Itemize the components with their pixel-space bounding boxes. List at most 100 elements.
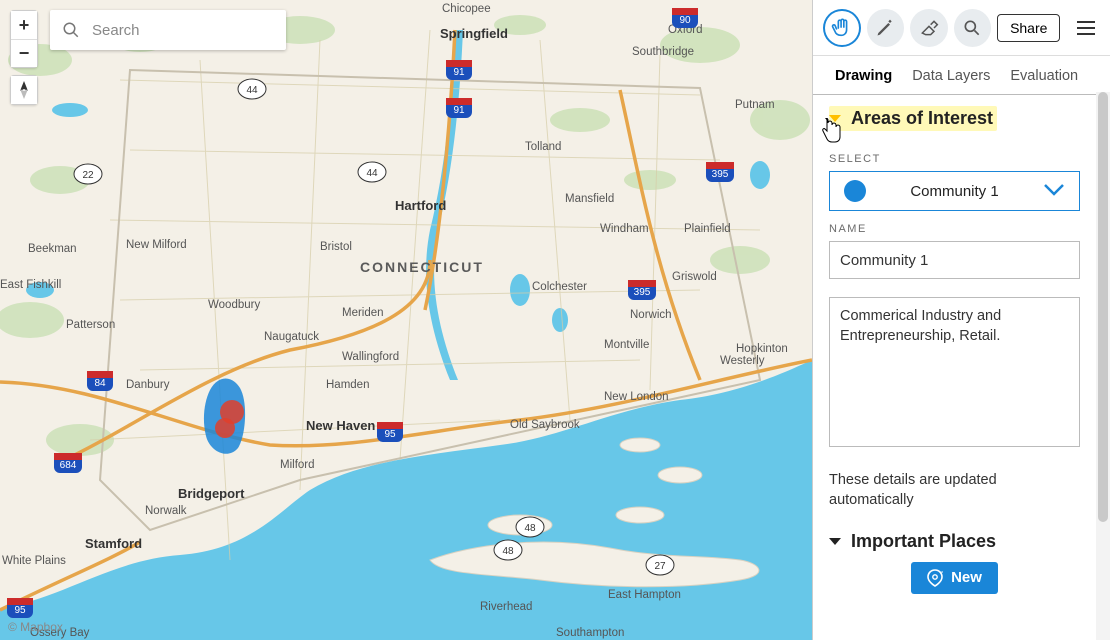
svg-text:Southampton: Southampton <box>556 627 624 639</box>
svg-text:22: 22 <box>82 170 94 181</box>
eraser-icon <box>919 18 939 38</box>
scrollbar-thumb[interactable] <box>1098 92 1108 522</box>
zoom-control: + − <box>10 10 38 68</box>
hand-icon <box>831 17 853 39</box>
svg-text:395: 395 <box>634 287 651 298</box>
svg-text:Naugatuck: Naugatuck <box>264 331 319 343</box>
svg-text:Tolland: Tolland <box>525 141 561 153</box>
chevron-down-icon <box>1043 181 1065 202</box>
tab-drawing[interactable]: Drawing <box>825 56 902 94</box>
svg-text:84: 84 <box>94 378 106 389</box>
svg-text:Colchester: Colchester <box>532 281 587 293</box>
svg-text:Patterson: Patterson <box>66 319 115 331</box>
caret-down-icon <box>829 115 841 122</box>
svg-text:Hopkinton: Hopkinton <box>736 343 788 355</box>
search-icon <box>62 21 80 39</box>
zoom-out-button[interactable]: − <box>11 39 37 67</box>
svg-text:East Hampton: East Hampton <box>608 589 681 601</box>
svg-text:91: 91 <box>453 67 465 78</box>
svg-text:Norwich: Norwich <box>630 309 672 321</box>
svg-text:684: 684 <box>60 460 77 471</box>
svg-text:New London: New London <box>604 391 669 403</box>
section-important-places[interactable]: Important Places <box>829 531 1080 552</box>
svg-text:Meriden: Meriden <box>342 307 384 319</box>
svg-text:48: 48 <box>502 546 514 557</box>
svg-text:Westerly: Westerly <box>720 355 765 367</box>
svg-text:95: 95 <box>14 605 26 616</box>
section-areas-of-interest[interactable]: Areas of Interest <box>829 106 997 131</box>
menu-button[interactable] <box>1072 14 1100 42</box>
svg-text:44: 44 <box>366 168 378 179</box>
side-panel: Share Drawing Data Layers Evaluation Are… <box>812 0 1110 640</box>
inspect-tool-button[interactable] <box>954 9 992 47</box>
svg-text:Chicopee: Chicopee <box>442 3 491 15</box>
pencil-icon <box>875 18 895 38</box>
svg-text:Plainfield: Plainfield <box>684 223 731 235</box>
svg-text:Old Saybrook: Old Saybrook <box>510 419 580 431</box>
magnifier-icon <box>962 18 982 38</box>
svg-text:Milford: Milford <box>280 459 315 471</box>
svg-text:Stamford: Stamford <box>85 536 142 551</box>
svg-text:+: + <box>941 569 943 577</box>
svg-text:Norwalk: Norwalk <box>145 505 187 517</box>
tools-row: Share <box>813 0 1110 56</box>
caret-down-icon <box>829 538 841 545</box>
tab-data-layers[interactable]: Data Layers <box>902 56 1000 94</box>
community-select-value: Community 1 <box>878 183 1031 200</box>
new-button-label: New <box>951 569 982 586</box>
panel-body[interactable]: Areas of Interest SELECT Community 1 NAM… <box>813 92 1096 640</box>
svg-text:90: 90 <box>679 15 691 26</box>
svg-text:New Milford: New Milford <box>126 239 187 251</box>
svg-text:48: 48 <box>524 523 536 534</box>
pan-tool-button[interactable] <box>823 9 861 47</box>
hamburger-icon <box>1075 19 1097 37</box>
section-title: Important Places <box>851 531 996 552</box>
community-name-input[interactable] <box>829 241 1080 279</box>
svg-text:Hartford: Hartford <box>395 198 446 213</box>
svg-text:Putnam: Putnam <box>735 99 775 111</box>
name-label: NAME <box>829 223 1080 235</box>
search-bar[interactable] <box>50 10 286 50</box>
svg-text:Riverhead: Riverhead <box>480 601 532 613</box>
pin-plus-icon: + <box>927 569 943 587</box>
map-attribution: © Mapbox <box>8 620 63 634</box>
search-input[interactable] <box>90 21 293 40</box>
svg-text:Bristol: Bristol <box>320 241 352 253</box>
svg-text:Danbury: Danbury <box>126 379 170 391</box>
svg-text:91: 91 <box>453 105 465 116</box>
auto-update-note: These details are updated automatically <box>829 470 1080 511</box>
new-place-button[interactable]: + New <box>911 562 998 594</box>
svg-text:Griswold: Griswold <box>672 271 717 283</box>
community-description-textarea[interactable] <box>829 297 1080 447</box>
tabs: Drawing Data Layers Evaluation <box>813 56 1110 95</box>
svg-text:27: 27 <box>654 561 666 572</box>
community-select[interactable]: Community 1 <box>829 171 1080 211</box>
svg-text:395: 395 <box>712 169 729 180</box>
svg-text:Southbridge: Southbridge <box>632 46 694 58</box>
map-canvas[interactable]: CONNECTICUT Springfield Hartford New Hav… <box>0 0 812 640</box>
svg-text:Mansfield: Mansfield <box>565 193 614 205</box>
compass-control <box>10 75 38 105</box>
svg-text:East Fishkill: East Fishkill <box>0 279 61 291</box>
svg-text:Montville: Montville <box>604 339 649 351</box>
svg-text:Bridgeport: Bridgeport <box>178 486 245 501</box>
svg-text:95: 95 <box>384 429 396 440</box>
svg-text:Woodbury: Woodbury <box>208 299 260 311</box>
panel-scrollbar[interactable] <box>1096 92 1110 640</box>
tab-evaluation[interactable]: Evaluation <box>1000 56 1088 94</box>
map-svg: CONNECTICUT Springfield Hartford New Hav… <box>0 0 812 640</box>
zoom-in-button[interactable]: + <box>11 11 37 39</box>
community-color-dot <box>844 180 866 202</box>
svg-text:44: 44 <box>246 85 258 96</box>
svg-text:Beekman: Beekman <box>28 243 77 255</box>
erase-tool-button[interactable] <box>910 9 948 47</box>
svg-text:New Haven: New Haven <box>306 418 375 433</box>
state-label: CONNECTICUT <box>360 259 484 275</box>
compass-icon <box>17 81 31 99</box>
compass-button[interactable] <box>11 76 37 104</box>
select-label: SELECT <box>829 153 1080 165</box>
share-button[interactable]: Share <box>997 14 1060 42</box>
draw-tool-button[interactable] <box>867 9 905 47</box>
svg-text:Springfield: Springfield <box>440 26 508 41</box>
svg-text:Hamden: Hamden <box>326 379 369 391</box>
